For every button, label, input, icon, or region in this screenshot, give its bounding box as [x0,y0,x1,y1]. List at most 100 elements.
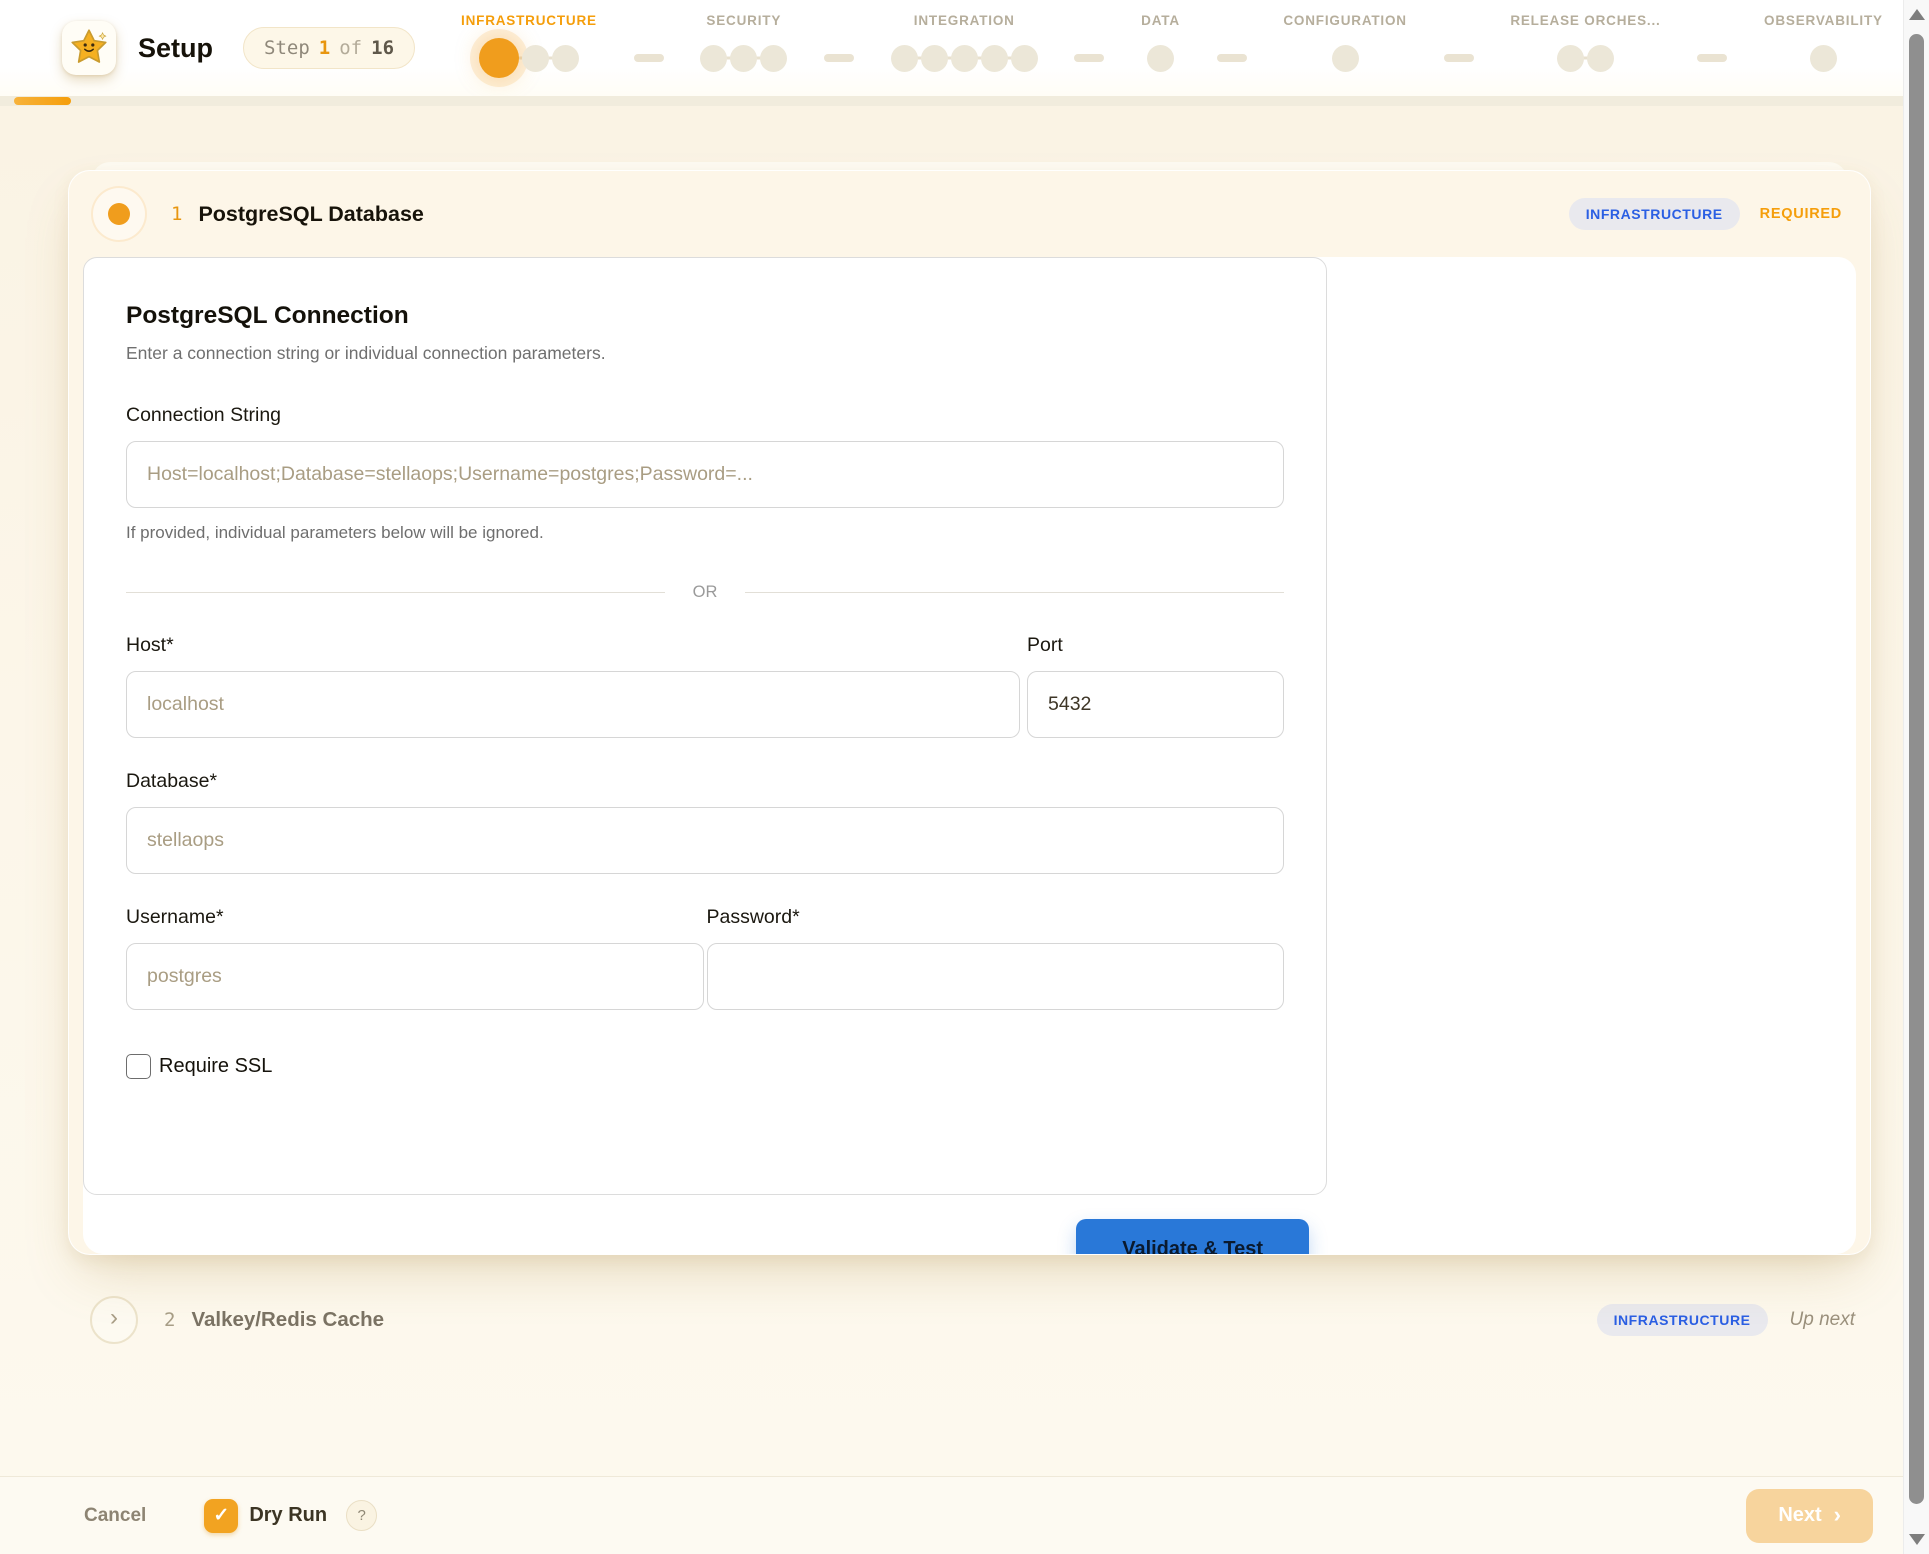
page-title: Setup [138,33,213,64]
or-divider-label: OR [693,583,718,602]
password-input[interactable] [707,943,1285,1010]
stepper: INFRASTRUCTURE SECURITY INTEGRATION DATA CON… [461,13,1883,83]
step-card-title: PostgreSQL Database [198,202,423,227]
stepper-stage-integration[interactable]: INTEGRATION [891,13,1038,79]
step-card-number: 1 [171,203,182,225]
stepper-dot-icon [1147,45,1174,72]
stepper-stage-label: SECURITY [706,13,781,28]
main-content: 1 PostgreSQL Database INFRASTRUCTURE REQ… [0,106,1929,1476]
username-input[interactable] [126,943,704,1010]
stepper-dot-icon [522,45,549,72]
step-current: 1 [319,37,330,59]
scrollbar[interactable] [1903,0,1929,1554]
stepper-connector [634,54,664,62]
stepper-connector [1697,54,1727,62]
stepper-stage-dots [700,37,787,79]
active-step-indicator [91,186,147,242]
stepper-dot-icon [700,45,727,72]
stepper-stage-security[interactable]: SECURITY [700,13,787,79]
dry-run-checkbox[interactable]: ✓ [204,1499,238,1533]
stepper-stage-dots [1332,37,1359,79]
postgres-connection-form: PostgreSQL Connection Enter a connection… [83,257,1327,1195]
host-label: Host* [126,634,1020,657]
step-total: 16 [371,37,394,59]
chevron-right-icon: › [1834,1502,1841,1528]
stepper-connector [1217,54,1247,62]
database-input[interactable] [126,807,1284,874]
stepper-dot-icon [1332,45,1359,72]
step-card-postgresql: 1 PostgreSQL Database INFRASTRUCTURE REQ… [68,170,1871,1255]
form-title: PostgreSQL Connection [126,302,1284,330]
stepper-stage-dots [891,37,1038,79]
progress-bar [0,96,1929,106]
stepper-stage-infrastructure[interactable]: INFRASTRUCTURE [461,13,597,79]
stepper-stage-dots [1557,37,1614,79]
stepper-dot-icon [730,45,757,72]
step-card-body: PostgreSQL Connection Enter a connection… [83,257,1856,1254]
stepper-stage-dots [479,37,579,79]
scrollbar-up-arrow-icon[interactable] [1909,9,1925,20]
stepper-connector [1444,54,1474,62]
next-step-number: 2 [164,1309,175,1331]
next-step-status: Up next [1790,1309,1855,1331]
stepper-stage-label: INFRASTRUCTURE [461,13,597,28]
password-label: Password* [707,906,1285,929]
validate-test-button[interactable]: Validate & Test [1076,1219,1309,1255]
connection-string-input[interactable] [126,441,1284,508]
step-counter-badge: Step 1 of 16 [243,27,415,69]
connection-string-help: If provided, individual parameters below… [126,523,1284,543]
port-input[interactable] [1027,671,1284,738]
stepper-dot-icon [981,45,1008,72]
category-badge: INFRASTRUCTURE [1569,198,1740,230]
username-label: Username* [126,906,704,929]
stepper-stage-label: INTEGRATION [914,13,1015,28]
stepper-stage-label: CONFIGURATION [1283,13,1407,28]
stepper-dot-icon [1810,45,1837,72]
stepper-dot-icon [891,45,918,72]
scrollbar-down-arrow-icon[interactable] [1909,1534,1925,1545]
stepper-dot-icon [1011,45,1038,72]
step-card-header[interactable]: 1 PostgreSQL Database INFRASTRUCTURE REQ… [69,171,1870,257]
stepper-stage-observability[interactable]: OBSERVABILITY [1764,13,1883,79]
stepper-dot-icon [951,45,978,72]
stepper-stage-dots [1810,37,1837,79]
stepper-connector [1074,54,1104,62]
stepper-stage-release-orches[interactable]: RELEASE ORCHES... [1510,13,1660,79]
stepper-dot-active-icon [479,38,519,78]
stepper-stage-label: DATA [1141,13,1180,28]
require-ssl-checkbox[interactable] [126,1054,151,1079]
stepper-stage-data[interactable]: DATA [1141,13,1180,79]
next-button[interactable]: Next › [1746,1489,1873,1543]
stepper-dot-icon [921,45,948,72]
database-label: Database* [126,770,1284,793]
footer-bar: Cancel ✓ Dry Run ? Next › [0,1476,1929,1554]
stepper-dot-icon [1587,45,1614,72]
app-logo-star-icon [62,21,116,75]
scrollbar-thumb[interactable] [1909,34,1924,1504]
next-step-category-badge: INFRASTRUCTURE [1597,1304,1768,1336]
active-step-dot-icon [108,203,130,225]
stepper-stage-label: OBSERVABILITY [1764,13,1883,28]
stepper-stage-dots [1147,37,1174,79]
help-icon[interactable]: ? [346,1500,377,1531]
port-label: Port [1027,634,1284,657]
stepper-dot-icon [552,45,579,72]
stepper-connector [824,54,854,62]
checkmark-icon: ✓ [213,1504,229,1527]
cancel-button[interactable]: Cancel [84,1505,146,1527]
stepper-stage-configuration[interactable]: CONFIGURATION [1283,13,1407,79]
host-input[interactable] [126,671,1020,738]
connection-string-label: Connection String [126,404,1284,427]
next-step-row[interactable]: › 2 Valkey/Redis Cache INFRASTRUCTURE Up… [68,1291,1871,1349]
form-subtitle: Enter a connection string or individual … [126,343,1284,364]
top-bar: Setup Step 1 of 16 INFRASTRUCTURE SECURIT… [0,0,1929,96]
next-button-label: Next [1778,1504,1821,1527]
progress-bar-fill [14,97,71,105]
expand-chevron-icon[interactable]: › [90,1296,138,1344]
step-word: Step [264,37,310,59]
next-step-title: Valkey/Redis Cache [191,1308,384,1332]
or-divider: OR [126,583,1284,602]
step-of: of [339,37,362,59]
stepper-stage-label: RELEASE ORCHES... [1510,13,1660,28]
require-ssl-label: Require SSL [159,1055,272,1078]
